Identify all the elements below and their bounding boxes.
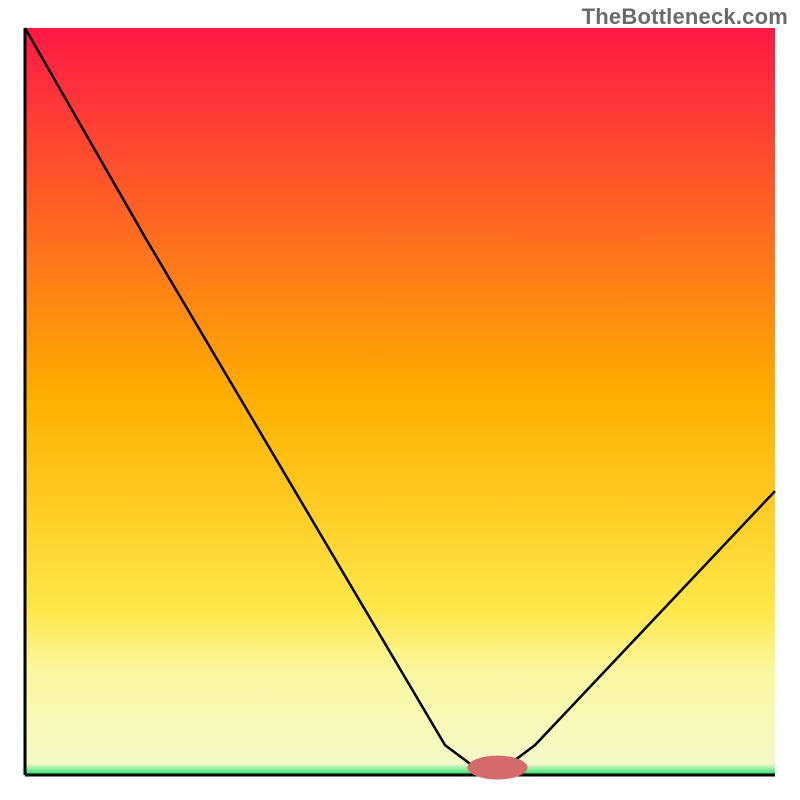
watermark-text: TheBottleneck.com: [582, 4, 788, 30]
plot-background: [25, 28, 775, 775]
bottleneck-chart: [0, 0, 800, 800]
marker-pill: [468, 756, 528, 780]
